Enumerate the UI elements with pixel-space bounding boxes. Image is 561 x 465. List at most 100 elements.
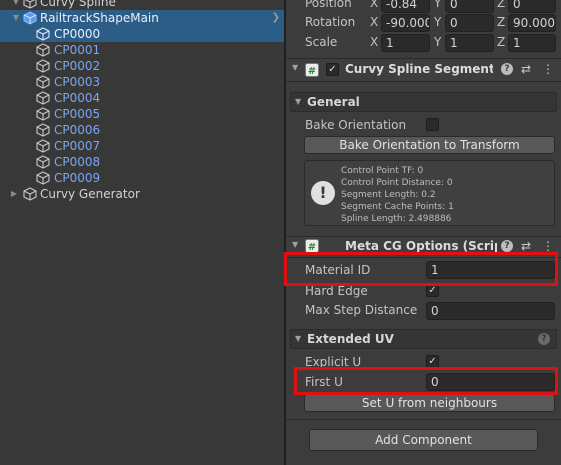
info-text: Control Point TF: 0 Control Point Distan… [341,165,454,225]
hierarchy-panel: ▼ Curvy Spline ▼ RailtrackShapeMain ❯ CP… [0,0,284,465]
scale-x-field[interactable]: 1 [381,34,430,52]
position-y-field[interactable]: 0 [445,0,494,13]
hierarchy-item-label: CP0002 [54,59,101,73]
gameobject-icon [23,0,37,9]
extended-uv-foldout[interactable]: ▼ Extended UV ? [290,329,557,349]
help-icon[interactable]: ? [501,240,513,252]
position-z-field[interactable]: 0 [508,0,556,13]
max-step-distance-label: Max Step Distance [305,303,418,317]
hierarchy-item-label: CP0007 [54,139,101,153]
bake-orientation-label: Bake Orientation [305,118,407,132]
hierarchy-item-cp0002[interactable]: CP0002 [0,58,284,74]
chevron-right-icon[interactable]: ❯ [272,10,280,26]
gameobject-icon [36,155,50,169]
hierarchy-item-label: RailtrackShapeMain [40,11,159,25]
hierarchy-item-label: CP0001 [54,43,101,57]
component-header-spline-segment[interactable]: ▼ # ✓ Curvy Spline Segment (Sc ? ⇄ ⋮ [286,58,561,82]
hierarchy-item-railtrackshapemain[interactable]: ▼ RailtrackShapeMain ❯ [0,10,284,26]
gameobject-icon [36,91,50,105]
info-line: Control Point Distance: 0 [341,178,453,188]
axis-x-label: X [370,0,379,10]
hard-edge-label: Hard Edge [305,284,368,298]
collapse-arrow-icon[interactable]: ▼ [295,334,301,343]
separator [286,419,561,420]
gameobject-icon [36,59,50,73]
hierarchy-item-label: CP0004 [54,91,101,105]
highlight-box-first-u [294,367,558,395]
gameobject-icon [36,43,50,57]
component-title: Meta CG Options (Script) [345,239,497,253]
hierarchy-item-cp0007[interactable]: CP0007 [0,138,284,154]
position-x-field[interactable]: -0.84 [381,0,430,13]
info-line: Control Point TF: 0 [341,166,424,176]
hierarchy-item-cp0009[interactable]: CP0009 [0,170,284,186]
axis-y-label: Y [434,0,442,10]
menu-icon[interactable]: ⋮ [542,62,554,76]
hierarchy-item-label: Curvy Generator [40,187,140,201]
hierarchy-item-cp0006[interactable]: CP0006 [0,122,284,138]
expand-arrow-icon[interactable]: ▶ [9,186,19,202]
add-component-button[interactable]: Add Component [309,429,538,451]
position-label: Position [305,0,352,10]
gameobject-icon [23,187,37,201]
max-step-distance-field[interactable]: 0 [426,302,555,320]
inspector-panel: Position X -0.84 Y 0 Z 0 Rotation X -90.… [286,0,561,465]
hierarchy-item-label: Curvy Spline [40,0,116,9]
hierarchy-item-cp0001[interactable]: CP0001 [0,42,284,58]
hierarchy-item-cp0008[interactable]: CP0008 [0,154,284,170]
expand-arrow-icon[interactable]: ▼ [11,10,21,26]
rotation-z-field[interactable]: 90.000 [508,14,556,32]
help-icon[interactable]: ? [538,333,550,345]
axis-x-label: X [370,35,379,49]
hierarchy-item-curvy-spline[interactable]: ▼ Curvy Spline [0,0,284,10]
presets-icon[interactable]: ⇄ [521,62,531,76]
extended-uv-label: Extended UV [307,332,394,346]
axis-z-label: Z [497,15,506,29]
component-enabled-checkbox[interactable]: ✓ [326,63,339,76]
info-icon: ! [311,181,335,205]
gameobject-icon [36,171,50,185]
hierarchy-item-cp0000[interactable]: CP0000 [0,26,284,42]
expand-arrow-icon[interactable]: ▼ [11,0,21,10]
collapse-arrow-icon[interactable]: ▼ [292,63,298,72]
hierarchy-item-label: CP0000 [54,27,101,41]
general-label: General [307,95,360,109]
gameobject-icon [36,139,50,153]
hierarchy-item-cp0004[interactable]: CP0004 [0,90,284,106]
gameobject-icon [36,107,50,121]
collapse-arrow-icon[interactable]: ▼ [292,240,298,249]
rotation-x-field[interactable]: -90.000 [381,14,430,32]
hierarchy-item-curvy-generator[interactable]: ▶ Curvy Generator [0,186,284,202]
help-icon[interactable]: ? [501,63,513,75]
prefab-icon [23,11,37,25]
scale-z-field[interactable]: 1 [508,34,556,52]
highlight-box-material-id [284,252,558,286]
axis-z-label: Z [497,0,506,10]
hierarchy-item-label: CP0006 [54,123,101,137]
set-u-from-neighbours-button[interactable]: Set U from neighbours [304,394,555,412]
general-foldout[interactable]: ▼ General [290,92,557,112]
gameobject-icon [36,123,50,137]
hierarchy-item-label: CP0003 [54,75,101,89]
bake-orientation-button[interactable]: Bake Orientation to Transform [304,136,555,154]
info-line: Segment Cache Points: 1 [341,202,454,212]
hierarchy-item-label: CP0005 [54,107,101,121]
bake-orientation-checkbox[interactable] [426,118,439,131]
info-line: Segment Length: 0.2 [341,190,436,200]
hierarchy-item-cp0005[interactable]: CP0005 [0,106,284,122]
hierarchy-item-label: CP0009 [54,171,101,185]
rotation-label: Rotation [305,15,356,29]
script-icon: # [305,63,319,77]
presets-icon[interactable]: ⇄ [521,239,531,253]
scale-y-field[interactable]: 1 [445,34,494,52]
component-title: Curvy Spline Segment (Sc [345,62,493,76]
menu-icon[interactable]: ⋮ [542,239,554,253]
hierarchy-item-cp0003[interactable]: CP0003 [0,74,284,90]
axis-y-label: Y [434,35,442,49]
info-box: ! Control Point TF: 0 Control Point Dist… [304,160,555,226]
rotation-y-field[interactable]: 0 [445,14,494,32]
axis-z-label: Z [497,35,506,49]
gameobject-icon [36,75,50,89]
collapse-arrow-icon[interactable]: ▼ [295,97,301,106]
axis-x-label: X [370,15,379,29]
